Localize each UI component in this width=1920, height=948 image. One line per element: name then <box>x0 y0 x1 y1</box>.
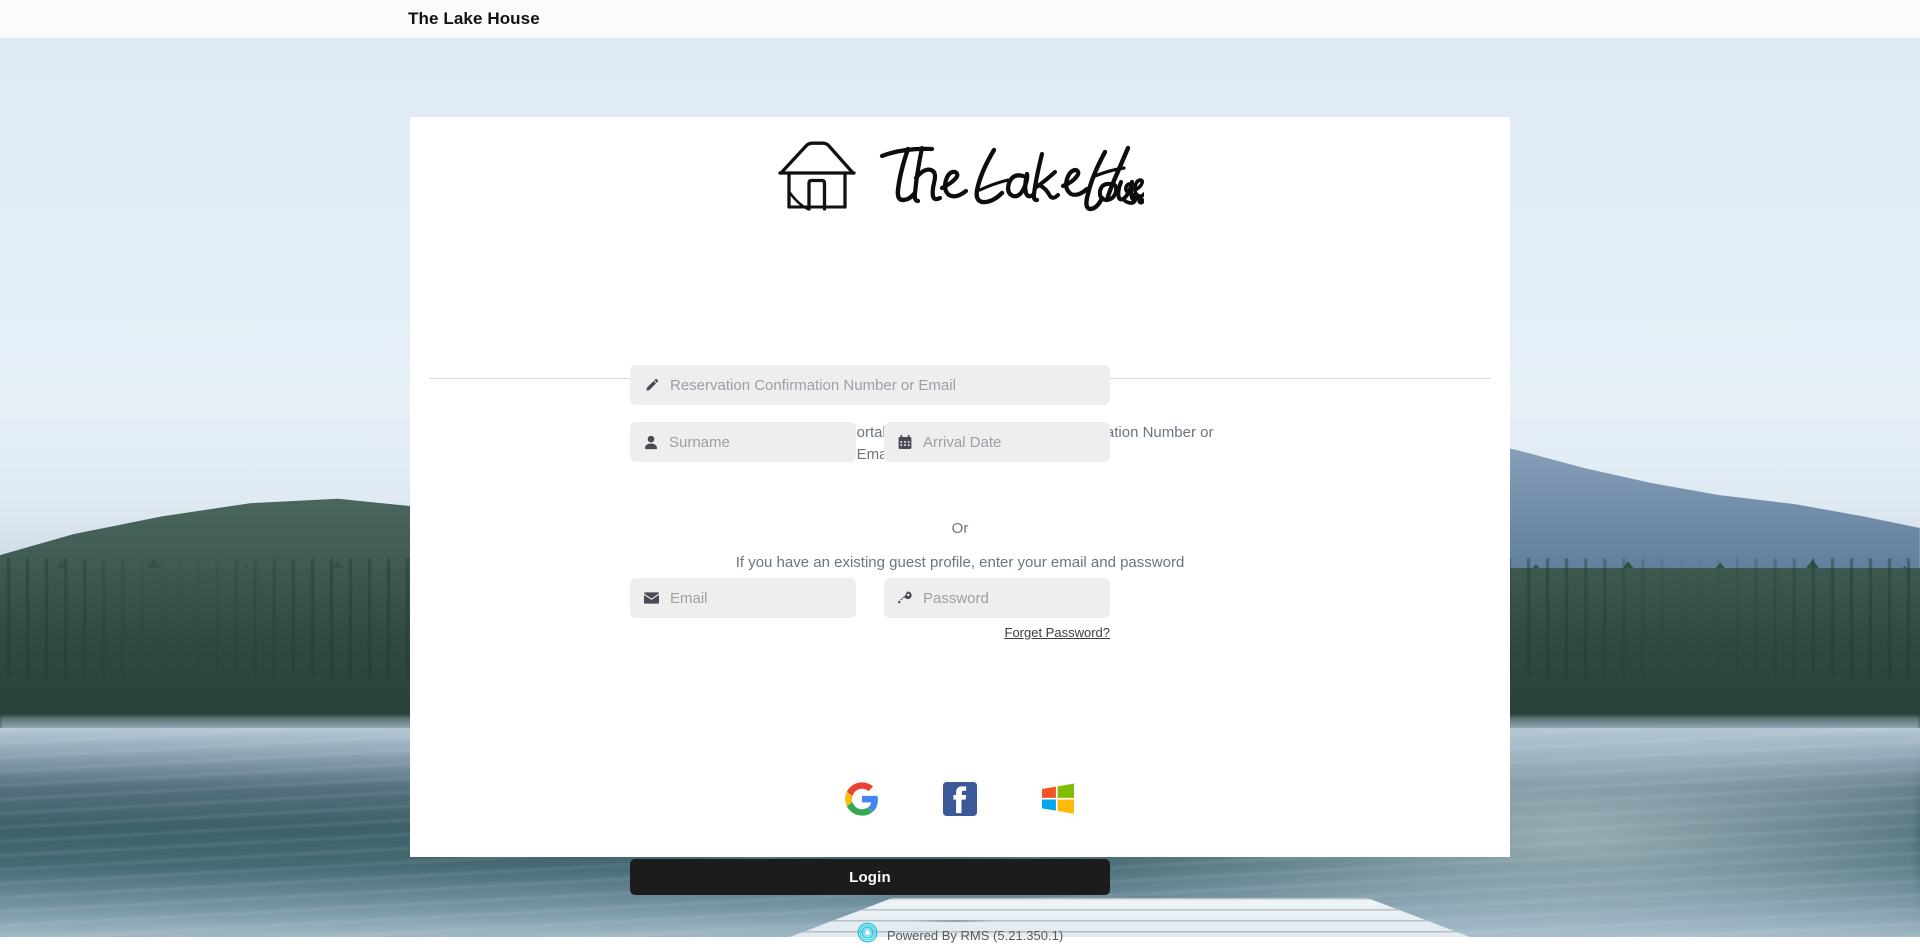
powered-by-footer: Powered By RMS (5.21.350.1) <box>410 922 1510 948</box>
existing-profile-note: If you have an existing guest profile, e… <box>735 554 1185 571</box>
surname-input-placeholder: Surname <box>669 433 730 451</box>
email-input[interactable]: Email <box>630 578 856 618</box>
password-input-placeholder: Password <box>923 589 989 607</box>
arrival-date-input-placeholder: Arrival Date <box>923 433 1002 451</box>
calendar-icon <box>898 434 912 450</box>
email-input-placeholder: Email <box>670 589 708 607</box>
reservation-input[interactable]: Reservation Confirmation Number or Email <box>630 365 1110 405</box>
arrival-date-input[interactable]: Arrival Date <box>884 422 1110 462</box>
login-card: Guest Portal To access the Guest Portal,… <box>410 117 1510 943</box>
google-login-button[interactable] <box>844 781 880 819</box>
site-title: The Lake House <box>408 9 540 28</box>
pencil-icon <box>644 378 659 393</box>
brand-logo <box>410 135 1510 221</box>
brand-wordmark <box>876 138 1146 219</box>
facebook-icon <box>943 781 977 819</box>
microsoft-windows-icon <box>1041 783 1075 818</box>
microsoft-login-button[interactable] <box>1040 782 1076 818</box>
password-input[interactable]: Password <box>884 578 1110 618</box>
social-login-row <box>410 781 1510 819</box>
google-icon <box>845 781 879 819</box>
house-outline-icon <box>776 139 858 218</box>
envelope-icon <box>644 592 659 604</box>
powered-by-text: Powered By RMS (5.21.350.1) <box>886 927 1064 943</box>
surname-input[interactable]: Surname <box>630 422 856 462</box>
or-separator-label: Or <box>951 520 969 537</box>
forget-password-link[interactable]: Forget Password? <box>884 625 1111 640</box>
browser-top-bar: The Lake House <box>0 0 1920 38</box>
reservation-input-placeholder: Reservation Confirmation Number or Email <box>670 376 956 394</box>
login-button[interactable]: Login <box>630 859 1110 895</box>
user-icon <box>644 435 658 450</box>
facebook-login-button[interactable] <box>942 781 978 819</box>
rms-ring-icon <box>857 922 878 948</box>
key-icon <box>898 591 912 605</box>
